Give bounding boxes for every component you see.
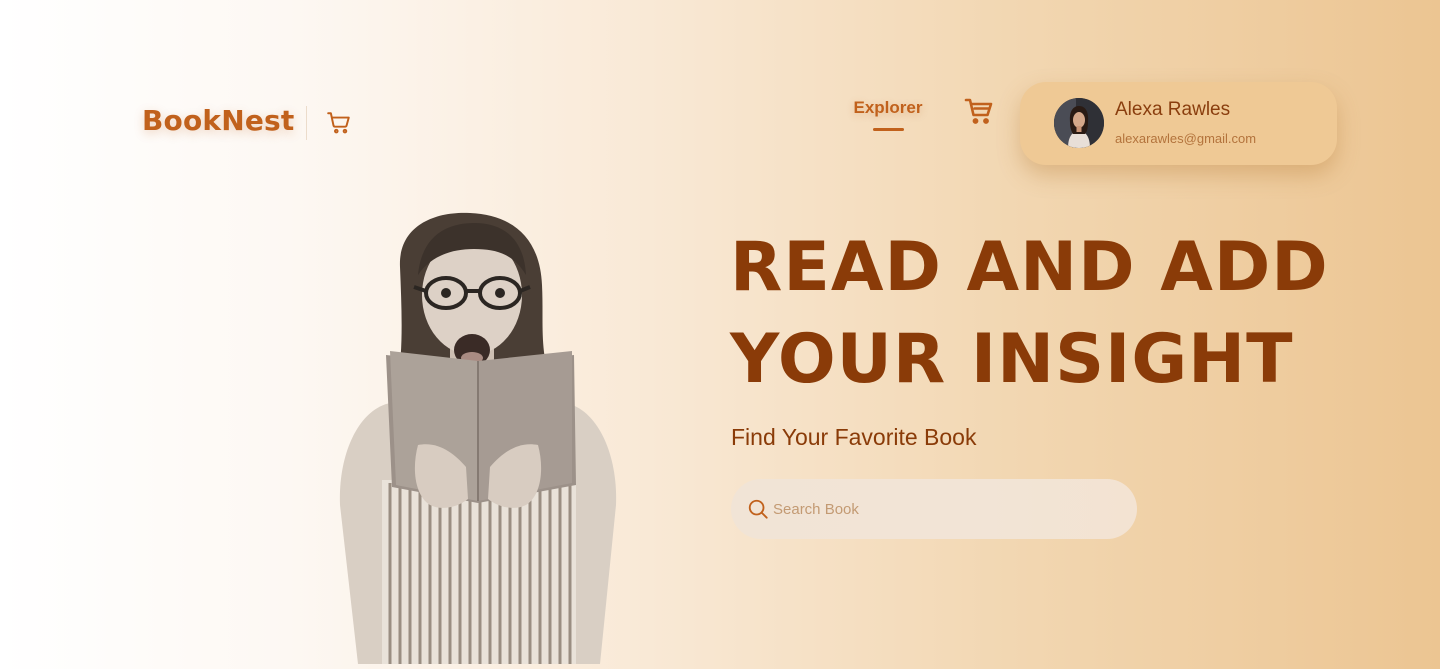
search-input[interactable]	[773, 479, 1123, 539]
search-icon[interactable]	[747, 498, 769, 520]
hero-reader-image	[318, 205, 638, 664]
profile-email: alexarawles@gmail.com	[1115, 131, 1257, 146]
avatar[interactable]	[1054, 98, 1104, 148]
shopping-cart-icon[interactable]	[326, 110, 352, 136]
brand-divider	[306, 106, 307, 140]
profile-name: Alexa Rawles	[1115, 99, 1231, 120]
user-profile-card[interactable]: Alexa Rawles alexarawles@gmail.com	[1020, 82, 1337, 165]
landing-page: BookNest Explorer Alexa Rawles alexarawl…	[0, 0, 1440, 664]
nav-active-indicator	[872, 128, 904, 131]
nav-explorer[interactable]: Explorer	[848, 98, 928, 131]
hero-subtitle: Find Your Favorite Book	[731, 424, 977, 450]
brand-logo[interactable]: BookNest	[142, 104, 295, 137]
hero-title-line-1: READ AND ADD	[730, 228, 1329, 307]
nav-explorer-label: Explorer	[853, 98, 923, 117]
cart-icon[interactable]	[963, 95, 995, 127]
hero-title-line-2: YOUR INSIGHT	[730, 320, 1294, 399]
search-box[interactable]	[731, 479, 1137, 539]
hero-title: READ AND ADD YOUR INSIGHT	[730, 222, 1329, 406]
